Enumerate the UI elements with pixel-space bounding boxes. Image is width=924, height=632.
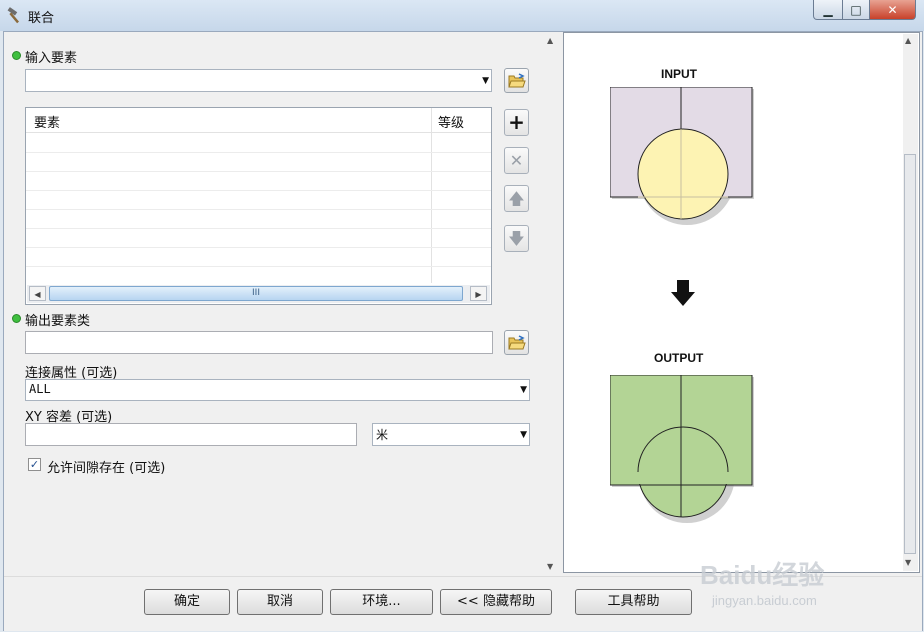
join-attributes-select[interactable]: ALL ▼ [25, 379, 530, 401]
scroll-down-icon[interactable]: ▼ [905, 558, 911, 567]
scroll-thumb[interactable] [904, 154, 916, 554]
allow-gaps-label[interactable]: 允许间隙存在 (可选) [47, 457, 165, 476]
window-title: 联合 [28, 11, 55, 26]
dropdown-arrow-icon: ▼ [520, 429, 527, 440]
xy-tolerance-field[interactable] [25, 423, 357, 446]
table-row[interactable] [26, 228, 491, 229]
browse-input-button[interactable] [504, 68, 529, 93]
maximize-icon: □ [850, 2, 862, 17]
required-indicator [12, 51, 21, 60]
input-diagram-label: INPUT [661, 67, 697, 81]
required-indicator [12, 314, 21, 323]
environments-button[interactable]: 环境... [330, 589, 433, 615]
table-row[interactable] [26, 266, 491, 267]
column-header-features[interactable]: 要素 [34, 112, 60, 131]
help-scrollbar[interactable]: ▲ ▼ [903, 34, 918, 571]
input-diagram [610, 87, 754, 225]
close-icon: ✕ [887, 2, 898, 17]
scroll-right-icon[interactable]: ▶ [470, 286, 487, 301]
table-header: 要素 等级 [26, 108, 491, 133]
arrow-up-icon: 🡅 [508, 189, 525, 208]
add-row-button[interactable]: + [504, 109, 529, 136]
output-diagram-label: OUTPUT [654, 351, 704, 365]
allow-gaps-checkbox[interactable]: ✓ [28, 458, 41, 471]
scroll-thumb[interactable]: III [49, 286, 463, 301]
table-row[interactable] [26, 247, 491, 248]
table-row[interactable] [26, 152, 491, 153]
watermark-brand: Baidu经验 [700, 560, 825, 590]
scroll-down-icon[interactable]: ▼ [547, 562, 553, 571]
arrow-down-icon: 🡇 [508, 229, 525, 248]
tool-help-button[interactable]: 工具帮助 [575, 589, 692, 615]
arrow-down-icon [671, 280, 695, 306]
dialog-frame: 输入要素 ▼ 要素 等级 ◀ III ▶ + ✕ 🡅 🡇 输出要素类 连接属性 … [3, 31, 923, 631]
dropdown-arrow-icon: ▼ [482, 75, 489, 86]
table-row[interactable] [26, 209, 491, 210]
parameters-scrollbar[interactable]: ▲ ▼ [545, 36, 558, 574]
move-up-button[interactable]: 🡅 [504, 185, 529, 212]
ok-button[interactable]: 确定 [144, 589, 230, 615]
open-folder-icon [508, 335, 526, 350]
close-button[interactable]: ✕ [870, 0, 916, 20]
column-header-rank[interactable]: 等级 [438, 112, 464, 131]
hide-help-button[interactable]: << 隐藏帮助 [440, 589, 552, 615]
minimize-icon: ▁ [823, 2, 833, 17]
dropdown-arrow-icon: ▼ [520, 385, 527, 395]
cancel-button[interactable]: 取消 [237, 589, 323, 615]
browse-output-button[interactable] [504, 330, 529, 355]
table-horizontal-scrollbar[interactable]: ◀ III ▶ [27, 285, 490, 303]
parameters-pane: 输入要素 ▼ 要素 等级 ◀ III ▶ + ✕ 🡅 🡇 输出要素类 连接属性 … [4, 32, 560, 576]
scroll-up-icon[interactable]: ▲ [905, 36, 911, 45]
output-features-label: 输出要素类 [25, 314, 91, 329]
move-down-button[interactable]: 🡇 [504, 225, 529, 252]
input-features-label: 输入要素 [25, 51, 78, 66]
watermark-url: jingyan.baidu.com [712, 593, 817, 608]
join-attributes-value: ALL [29, 382, 51, 396]
xy-unit-value: 米 [376, 428, 389, 442]
maximize-button[interactable]: □ [843, 0, 870, 20]
table-row[interactable] [26, 190, 491, 191]
scroll-left-icon[interactable]: ◀ [29, 286, 46, 301]
minimize-button[interactable]: ▁ [813, 0, 843, 20]
input-features-combo[interactable]: ▼ [25, 69, 492, 92]
open-folder-icon [508, 73, 526, 88]
output-features-field[interactable] [25, 331, 493, 354]
input-features-table[interactable]: 要素 等级 ◀ III ▶ [25, 107, 492, 305]
close-icon: ✕ [509, 151, 524, 170]
remove-row-button[interactable]: ✕ [504, 147, 529, 174]
hammer-icon [7, 7, 20, 24]
xy-unit-select[interactable]: 米 ▼ [372, 423, 530, 446]
help-pane: INPUT OUTPUT ▲ ▼ [563, 32, 920, 573]
title-bar: 联合 ▁ □ ✕ [0, 0, 924, 31]
table-row[interactable] [26, 171, 491, 172]
output-diagram [610, 375, 754, 523]
plus-icon: + [508, 110, 525, 134]
scroll-up-icon[interactable]: ▲ [547, 36, 553, 45]
